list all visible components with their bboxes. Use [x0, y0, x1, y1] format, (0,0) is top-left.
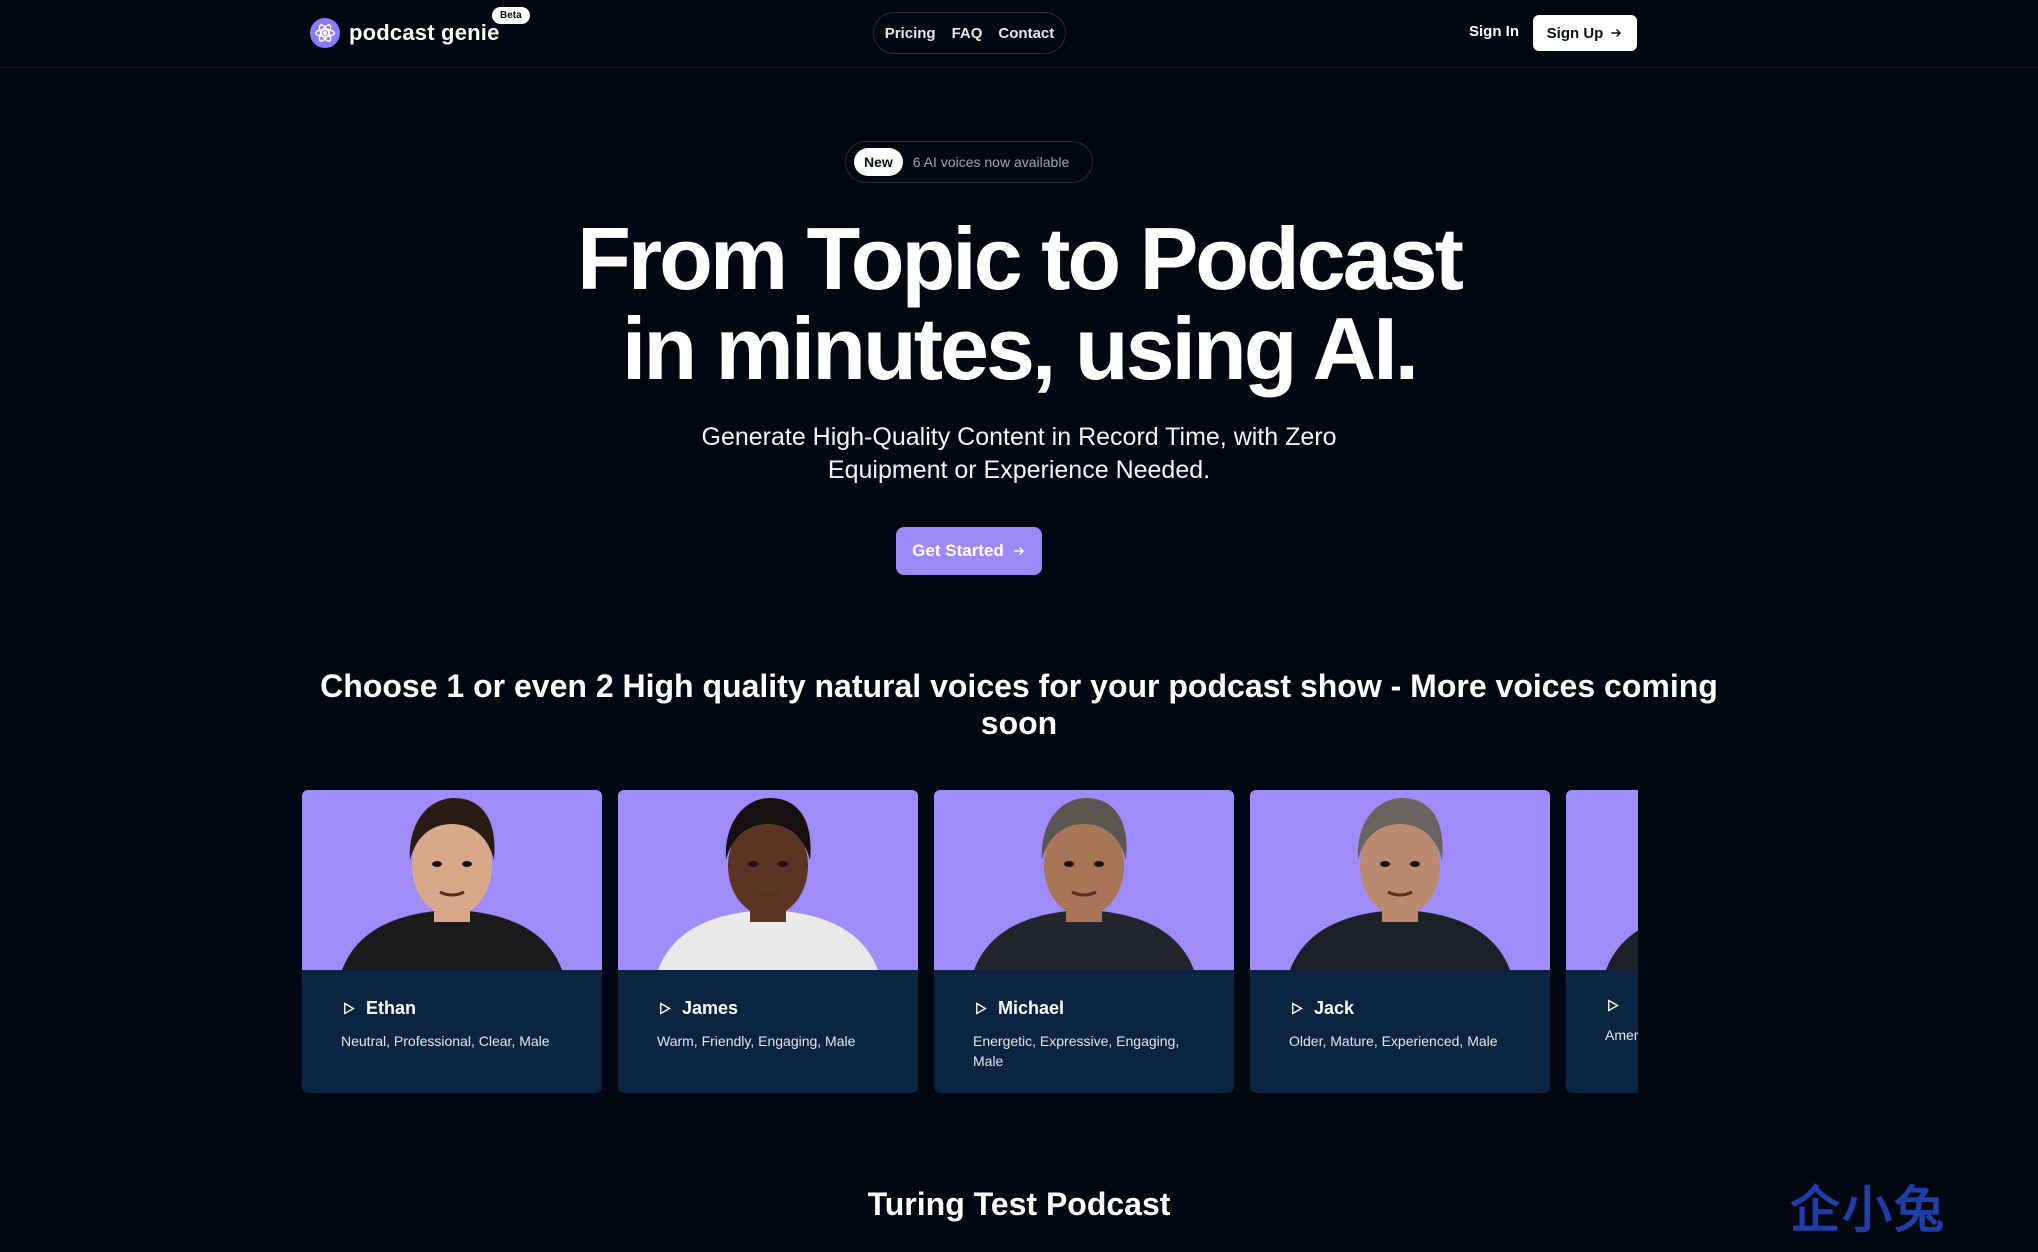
- voice-card[interactable]: Ethan Neutral, Professional, Clear, Male: [302, 790, 602, 1093]
- voice-traits: Energetic, Expressive, Engaging, Male: [973, 1033, 1180, 1069]
- watermark: 企小兔: [1790, 1181, 1946, 1239]
- hero-title-line2: in minutes, using AI.: [621, 299, 1419, 398]
- play-icon[interactable]: [341, 1001, 356, 1016]
- voice-portrait: [934, 790, 1234, 970]
- top-nav: podcast genie Beta Pricing FAQ Contact S…: [0, 0, 2038, 68]
- voice-traits: Amer Male: [1605, 1027, 1638, 1043]
- atom-logo-icon: [310, 18, 340, 48]
- get-started-label: Get Started: [912, 541, 1004, 560]
- sign-up-label: Sign Up: [1546, 24, 1604, 42]
- voice-portrait: [618, 790, 918, 970]
- arrow-right-icon: [1611, 29, 1622, 37]
- voice-card[interactable]: Michael Energetic, Expressive, Engaging, …: [934, 790, 1234, 1093]
- hero-subtitle-line1: Generate High-Quality Content in Record …: [701, 423, 1337, 451]
- voice-card-body: James Warm, Friendly, Engaging, Male: [618, 970, 918, 1051]
- voice-name: Michael: [998, 998, 1065, 1018]
- new-badge: New: [854, 148, 903, 176]
- hero-title-line1: From Topic to Podcast: [577, 209, 1464, 308]
- voice-card-body: Michael Energetic, Expressive, Engaging, …: [934, 970, 1234, 1071]
- voice-card-body: Amer Male: [1566, 970, 1638, 1045]
- play-icon[interactable]: [1605, 998, 1620, 1013]
- nav-faq[interactable]: FAQ: [952, 25, 983, 42]
- voice-portrait: [1566, 790, 1638, 970]
- voice-header: Jack: [1289, 998, 1550, 1019]
- voice-header: [1605, 998, 1638, 1013]
- landing-page: podcast genie Beta Pricing FAQ Contact S…: [0, 0, 2038, 1252]
- voice-name: James: [682, 998, 739, 1018]
- voice-carousel[interactable]: Ethan Neutral, Professional, Clear, Male J…: [302, 790, 1638, 1093]
- voices-heading-line1: Choose 1 or even 2 High quality natural …: [320, 668, 1718, 704]
- voice-card-body: Ethan Neutral, Professional, Clear, Male: [302, 970, 602, 1051]
- voice-traits: Warm, Friendly, Engaging, Male: [657, 1033, 856, 1049]
- arrow-right-icon: [1014, 547, 1024, 555]
- brand-name: podcast genie: [349, 20, 500, 45]
- section-title: Turing Test Podcast: [867, 1186, 1171, 1222]
- sign-up-button[interactable]: Sign Up: [1533, 15, 1637, 51]
- voice-name: Jack: [1314, 998, 1355, 1018]
- voice-card[interactable]: Amer Male: [1566, 790, 1638, 1093]
- voice-portrait: [302, 790, 602, 970]
- voice-traits: Older, Mature, Experienced, Male: [1289, 1033, 1498, 1049]
- beta-badge: Beta: [492, 7, 530, 24]
- nav-contact[interactable]: Contact: [998, 25, 1054, 42]
- sign-in-link[interactable]: Sign In: [1469, 23, 1519, 40]
- hero-subtitle: Generate High-Quality Content in Record …: [619, 421, 1419, 487]
- announcement-text: 6 AI voices now available: [912, 154, 1070, 170]
- hero-subtitle-line2: Equipment or Experience Needed.: [827, 456, 1211, 484]
- voices-heading-line2: soon: [980, 705, 1058, 741]
- play-icon[interactable]: [1289, 1001, 1304, 1016]
- voice-traits: Neutral, Professional, Clear, Male: [341, 1033, 550, 1049]
- brand-logo[interactable]: podcast genie Beta: [310, 7, 530, 49]
- voice-card-body: Jack Older, Mature, Experienced, Male: [1250, 970, 1550, 1051]
- voice-header: Ethan: [341, 998, 602, 1019]
- announcement-pill[interactable]: New 6 AI voices now available: [845, 141, 1093, 183]
- voices-heading: Choose 1 or even 2 High quality natural …: [290, 668, 1748, 742]
- get-started-button[interactable]: Get Started: [896, 527, 1042, 575]
- nav-menu: Pricing FAQ Contact: [873, 12, 1066, 54]
- voice-name: Ethan: [366, 998, 417, 1018]
- voice-header: James: [657, 998, 918, 1019]
- voice-card[interactable]: Jack Older, Mature, Experienced, Male: [1250, 790, 1550, 1093]
- hero-title: From Topic to Podcast in minutes, using …: [419, 214, 1619, 394]
- nav-pricing[interactable]: Pricing: [885, 25, 936, 42]
- play-icon[interactable]: [973, 1001, 988, 1016]
- voice-portrait: [1250, 790, 1550, 970]
- voice-header: Michael: [973, 998, 1234, 1019]
- voice-card[interactable]: James Warm, Friendly, Engaging, Male: [618, 790, 918, 1093]
- play-icon[interactable]: [657, 1001, 672, 1016]
